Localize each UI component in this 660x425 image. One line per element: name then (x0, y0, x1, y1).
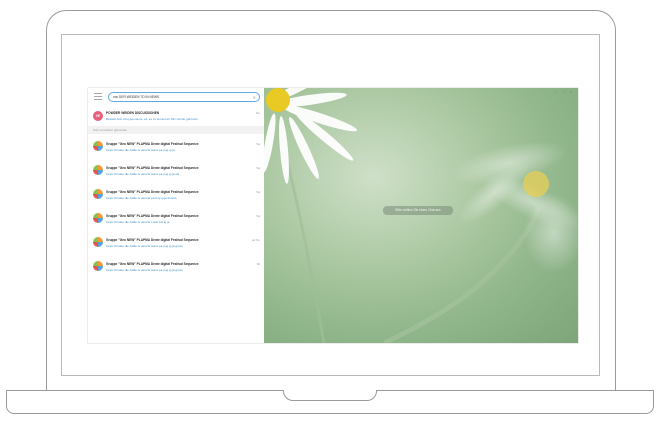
chat-list-item-top[interactable]: VE POWDER WEIDEN DISCUSSIONEN Bestellt d… (88, 107, 264, 125)
message-title: Gruppe "Geo NEW" PLAPMA Dente digital Fe… (106, 190, 199, 194)
chat-area: – □ × Bitte wählen Sie einen Chat aus (264, 88, 578, 343)
select-chat-placeholder: Bitte wählen Sie einen Chat aus (383, 206, 453, 215)
message-title: Gruppe "Geo NEW" PLAPMA Dente digital Fe… (106, 238, 199, 242)
group-avatar (93, 261, 103, 271)
daisy-center (266, 88, 290, 112)
message-time: ad No (251, 238, 260, 242)
daisy-wallpaper (264, 88, 578, 343)
chat-title: POWDER WEIDEN DISCUSSIONEN (106, 111, 160, 115)
search-query: von DER WEIDEN TO IN NEWS (113, 95, 160, 99)
message-time: Sa (256, 214, 260, 218)
window-controls[interactable]: – □ × (555, 89, 574, 94)
message-result[interactable]: Gruppe "Geo NEW" PLAPMA Dente digital Fe… (88, 159, 264, 183)
message-time: Mi (256, 262, 260, 266)
search-input[interactable]: von DER WEIDEN TO IN NEWS ✕ (108, 92, 260, 102)
message-title: Gruppe "Geo NEW" PLAPMA Dente digital Fe… (106, 214, 199, 218)
search-row: von DER WEIDEN TO IN NEWS ✕ (88, 88, 264, 106)
message-title: Gruppe "Geo NEW" PLAPMA Dente digital Fe… (106, 142, 199, 146)
search-section-header: Gibt so bischer gebunden (88, 126, 264, 134)
group-avatar (93, 165, 103, 175)
group-avatar (93, 189, 103, 199)
group-avatar (93, 237, 103, 247)
message-preview: Kava Hi hatte die cattle te denote loans… (106, 244, 183, 248)
message-preview: Kava Hi hatte die cattle te denote loans… (106, 268, 183, 272)
message-preview: Kava Hi hatte die cattle te denote loans… (106, 172, 180, 176)
chat-preview: Bestellt dein Gruppenname, es, es zu sin… (106, 117, 198, 121)
laptop-notch (283, 390, 377, 401)
message-time: Sa (256, 142, 260, 146)
message-result[interactable]: Gruppe "Geo NEW" PLAPMA Dente digital Fe… (88, 255, 264, 279)
message-result[interactable]: Gruppe "Geo NEW" PLAPMA Dente digital Fe… (88, 135, 264, 159)
message-preview: Kava Hi hatte die cattle te denote Lowe … (106, 220, 170, 224)
messenger-window: von DER WEIDEN TO IN NEWS ✕ VE POWDER WE… (88, 88, 578, 343)
message-result[interactable]: Gruppe "Geo NEW" PLAPMA Dente digital Fe… (88, 231, 264, 255)
close-icon[interactable]: ✕ (253, 93, 256, 102)
avatar: VE (93, 111, 103, 121)
message-preview: Kava Hi hatte die cattle te denote pa-ri… (106, 196, 177, 200)
menu-icon[interactable] (94, 93, 102, 100)
message-title: Gruppe "Geo NEW" PLAPMA Dente digital Fe… (106, 262, 199, 266)
chat-sidebar: von DER WEIDEN TO IN NEWS ✕ VE POWDER WE… (88, 88, 265, 343)
group-avatar (93, 213, 103, 223)
message-time: Sa (256, 190, 260, 194)
group-avatar (93, 141, 103, 151)
message-title: Gruppe "Geo NEW" PLAPMA Dente digital Fe… (106, 166, 199, 170)
message-result[interactable]: Gruppe "Geo NEW" PLAPMA Dente digital Fe… (88, 207, 264, 231)
chat-time: Do (256, 111, 260, 115)
message-preview: Kava Hi hatte die cattle te denote loans… (106, 148, 175, 152)
message-time: Sa (256, 166, 260, 170)
message-result[interactable]: Gruppe "Geo NEW" PLAPMA Dente digital Fe… (88, 183, 264, 207)
